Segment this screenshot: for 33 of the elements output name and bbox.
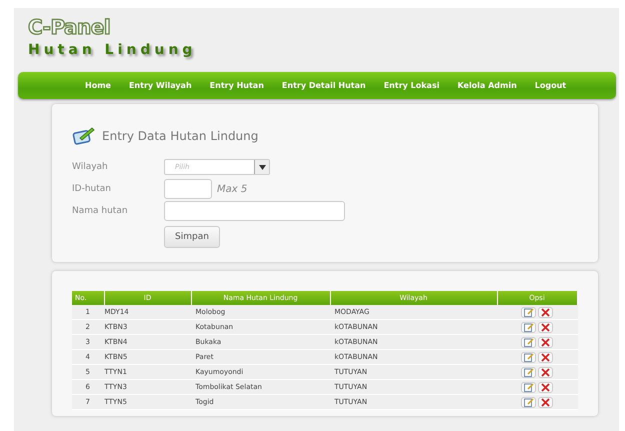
nav-link[interactable]: Logout [526,81,576,90]
edit-button[interactable] [521,366,536,378]
edit-button[interactable] [521,396,536,408]
edit-button[interactable] [521,306,536,318]
caret-icon [258,164,266,170]
edit-button[interactable] [521,382,536,392]
input-field[interactable] [164,201,345,221]
nav-link[interactable]: Entry Hutan [200,81,273,90]
field-label: ID-hutan [72,184,112,194]
delete-button[interactable] [538,366,553,378]
logo-title: C-Panel [28,14,110,40]
nav-link[interactable]: Kelola Admin [448,81,526,90]
nav-link[interactable]: Entry Wilayah [120,81,201,90]
field-label: Nama hutan [72,206,129,216]
delete-button[interactable] [538,306,553,318]
notepad-pencil-icon [72,126,96,146]
delete-button[interactable] [538,352,553,362]
delete-button[interactable] [538,322,553,332]
delete-button[interactable] [538,382,553,392]
field-hint: Max 5 [217,184,248,194]
field-label: Wilayah [72,162,109,172]
logo-subtitle: Hutan Lindung [28,41,196,60]
nav-link[interactable]: Entry Detail Hutan [272,81,375,90]
edit-button[interactable] [521,322,536,332]
edit-button[interactable] [521,352,536,362]
save-button[interactable]: Simpan [164,226,220,248]
nav-link[interactable]: Entry Lokasi [374,81,448,90]
input-field[interactable] [164,179,212,199]
delete-button[interactable] [538,336,553,348]
delete-button[interactable] [538,396,553,408]
edit-button[interactable] [521,336,536,348]
form-title: Entry Data Hutan Lindung [102,129,258,143]
nav-link[interactable]: Home [76,81,120,90]
